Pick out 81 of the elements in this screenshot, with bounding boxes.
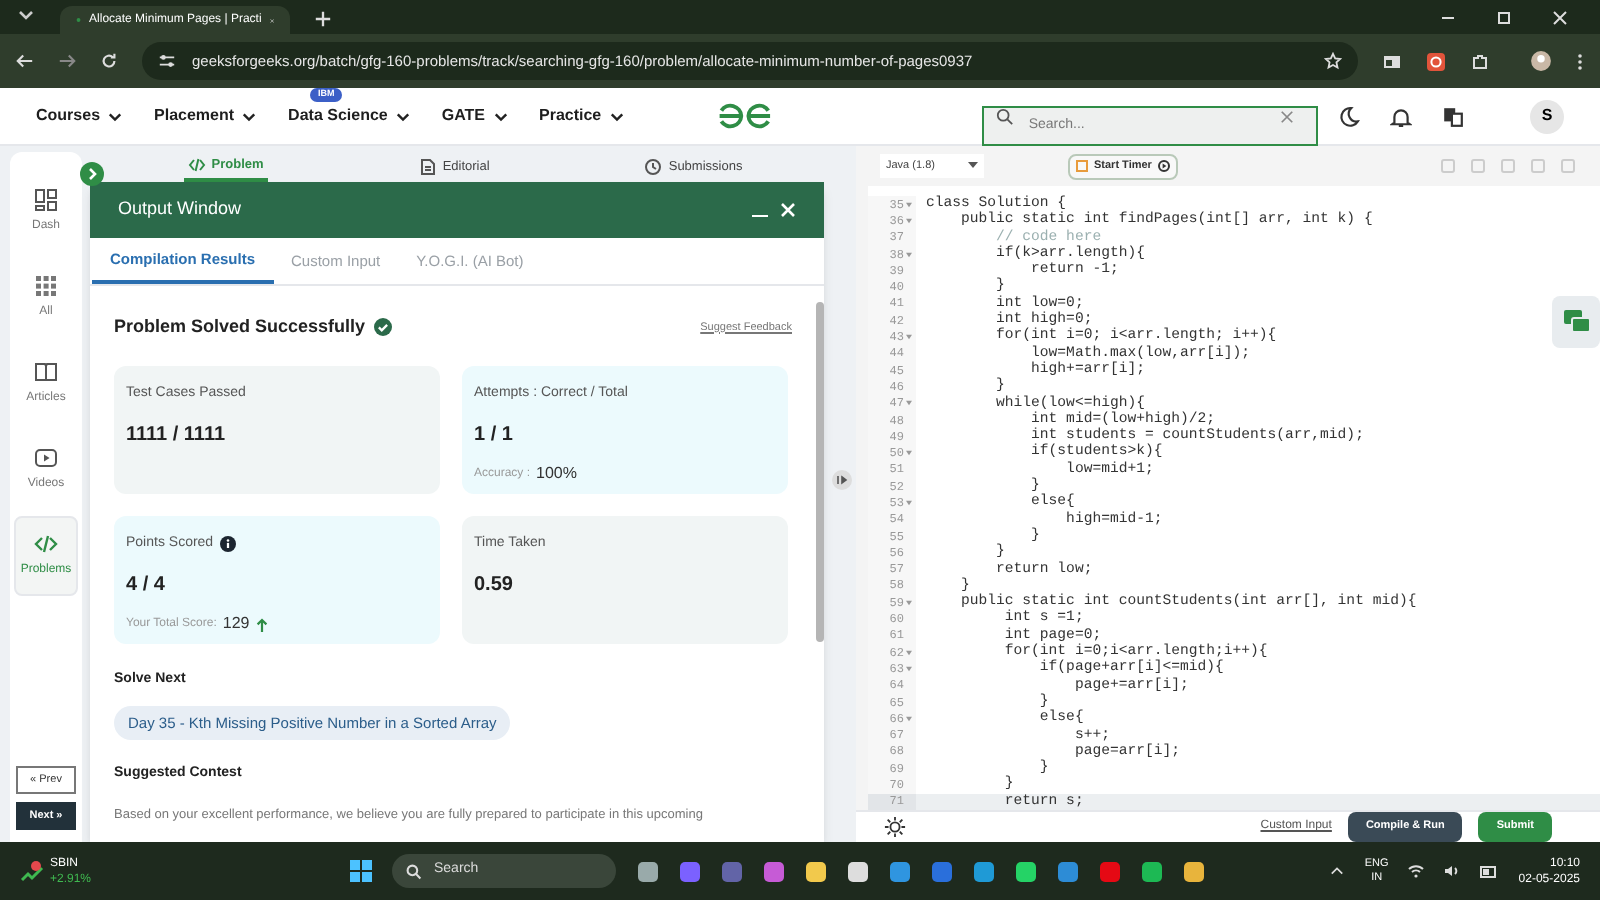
- app-icon[interactable]: [846, 859, 870, 883]
- nav-menu[interactable]: Placement: [154, 104, 235, 128]
- app-icon[interactable]: [1140, 859, 1164, 883]
- card-subvalue: 100%: [536, 462, 577, 486]
- fold-icon[interactable]: [906, 665, 912, 672]
- card-value: 0.59: [474, 572, 515, 600]
- lightbulb-icon[interactable]: [884, 816, 906, 838]
- user-avatar[interactable]: S: [1530, 99, 1564, 133]
- app-icon[interactable]: [888, 859, 912, 883]
- back-icon[interactable]: [16, 52, 34, 70]
- bell-icon[interactable]: [1390, 105, 1412, 127]
- close-icon[interactable]: [1552, 10, 1568, 26]
- check-circle-icon: [373, 318, 392, 337]
- wifi-icon[interactable]: [1408, 864, 1425, 878]
- fold-icon[interactable]: [906, 599, 912, 606]
- book-icon: [34, 360, 58, 384]
- fold-icon[interactable]: [906, 400, 912, 407]
- status-text: Problem Solved Successfully: [114, 314, 366, 340]
- plus-icon[interactable]: [314, 10, 332, 28]
- app-icon[interactable]: [1182, 859, 1206, 883]
- nav-menu[interactable]: GATE: [441, 104, 485, 128]
- windows-icon[interactable]: [350, 860, 372, 882]
- search-icon: [996, 107, 1015, 125]
- info-icon[interactable]: [219, 535, 236, 552]
- scrollbar[interactable]: [816, 302, 824, 642]
- caret-icon: [968, 162, 978, 170]
- speaker-icon[interactable]: [1444, 864, 1461, 878]
- profile-icon[interactable]: [1530, 50, 1552, 72]
- chevron-down-icon: [242, 109, 257, 123]
- card-value: 4 / 4: [126, 572, 167, 600]
- battery-icon[interactable]: [1480, 865, 1499, 877]
- expand-icon[interactable]: [80, 162, 104, 186]
- search-icon: [406, 863, 422, 879]
- fold-icon[interactable]: [906, 649, 912, 656]
- app-icon[interactable]: [1014, 859, 1038, 883]
- stock-chart-icon: [20, 859, 44, 883]
- restore-icon[interactable]: [1496, 10, 1512, 26]
- tune-icon: [158, 52, 176, 70]
- extension-icon[interactable]: [1382, 51, 1402, 71]
- app-icon[interactable]: [804, 859, 828, 883]
- chat-icon[interactable]: [1552, 296, 1600, 348]
- nav-menu[interactable]: Data Science: [288, 104, 388, 128]
- chevron-down-icon: [108, 109, 123, 123]
- nav-menu[interactable]: Courses: [36, 104, 101, 128]
- fold-icon[interactable]: [906, 217, 912, 224]
- more-icon[interactable]: [1576, 51, 1584, 71]
- card-subvalue: 129: [222, 612, 250, 636]
- fold-icon[interactable]: [906, 715, 912, 722]
- logo-icon[interactable]: [715, 102, 773, 130]
- nav-menu[interactable]: Practice: [539, 104, 602, 128]
- document-icon: [418, 158, 437, 176]
- grid-icon: [34, 274, 58, 298]
- resize-handle-icon[interactable]: [832, 470, 852, 490]
- moon-icon[interactable]: [1338, 105, 1360, 127]
- star-icon[interactable]: [1324, 52, 1342, 70]
- timer-icon: [1076, 160, 1088, 172]
- forward-icon[interactable]: [58, 52, 76, 70]
- fold-icon[interactable]: [906, 201, 912, 208]
- puzzle-icon[interactable]: [1470, 51, 1490, 71]
- card-value: 1111 / 1111: [126, 422, 228, 450]
- dashboard-icon: [34, 188, 58, 212]
- chevron-up-icon[interactable]: [1330, 864, 1345, 878]
- app-icon[interactable]: [972, 859, 996, 883]
- app-icon[interactable]: [636, 859, 660, 883]
- play-icon: [1157, 160, 1170, 172]
- clear-icon[interactable]: [1280, 109, 1294, 123]
- clock-icon: [644, 158, 663, 176]
- card-value: 1 / 1: [474, 422, 515, 450]
- fold-icon[interactable]: [906, 499, 912, 506]
- chevron-down-icon: [609, 109, 624, 123]
- code-icon: [187, 156, 206, 174]
- video-icon: [34, 446, 58, 470]
- reload-icon[interactable]: [100, 52, 118, 70]
- fold-icon[interactable]: [906, 251, 912, 258]
- extension-icon[interactable]: [1426, 51, 1446, 71]
- fold-icon[interactable]: [906, 450, 912, 457]
- code-icon: [34, 532, 58, 556]
- window-title: Output Window: [118, 196, 242, 223]
- chevron-down-icon: [493, 109, 507, 123]
- fold-icon[interactable]: [906, 334, 912, 341]
- chevron-down-icon: [395, 109, 410, 123]
